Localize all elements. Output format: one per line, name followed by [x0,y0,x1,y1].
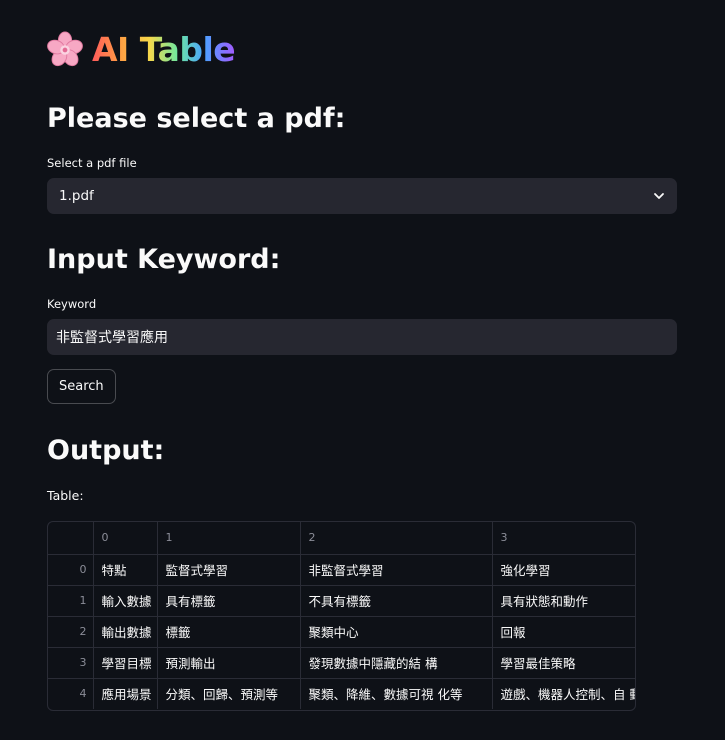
output-section-heading: Output: [47,435,165,466]
table-cell[interactable]: 回報 [492,616,635,648]
data-table: 0 1 2 3 0 特點 監督式學習 非監督式學習 強化學習 1 輸入數據 具有 [48,522,635,709]
table-cell[interactable]: 具有標籤 [157,585,301,617]
pdf-select-value: 1.pdf [59,188,94,204]
output-table[interactable]: 0 1 2 3 0 特點 監督式學習 非監督式學習 強化學習 1 輸入數據 具有 [47,521,636,711]
row-index: 3 [48,647,94,679]
chevron-down-icon [654,193,664,199]
table-row: 4 應用場景 分類、回歸、預測等 聚類、降維、數據可視 化等 遊戲、機器人控制、… [48,678,635,709]
row-index: 0 [48,554,94,586]
table-row: 0 特點 監督式學習 非監督式學習 強化學習 [48,554,635,586]
table-index-header [48,522,94,555]
keyword-label: Keyword [47,297,97,311]
table-row: 3 學習目標 預測輸出 發現數據中隱藏的結 構 學習最佳策略 [48,647,635,679]
table-cell[interactable]: 聚類、降維、數據可視 化等 [300,678,493,709]
table-column-header[interactable]: 2 [300,522,493,555]
table-header-row: 0 1 2 3 [48,522,635,555]
keyword-input[interactable] [47,319,677,355]
table-cell[interactable]: 特點 [93,554,158,586]
table-cell[interactable]: 監督式學習 [157,554,301,586]
table-cell[interactable]: 非監督式學習 [300,554,493,586]
app-page: AI Table Please select a pdf: Select a p… [0,0,725,740]
table-cell[interactable]: 輸出數據 [93,616,158,648]
row-index: 2 [48,616,94,648]
search-button[interactable]: Search [47,369,116,404]
table-cell[interactable]: 應用場景 [93,678,158,709]
keyword-section-heading: Input Keyword: [47,244,281,275]
table-cell[interactable]: 強化學習 [492,554,635,586]
table-cell[interactable]: 學習目標 [93,647,158,679]
cherry-blossom-icon [47,30,83,66]
table-row: 2 輸出數據 標籤 聚類中心 回報 [48,616,635,648]
table-cell[interactable]: 分類、回歸、預測等 [157,678,301,709]
row-index: 1 [48,585,94,617]
table-cell[interactable]: 聚類中心 [300,616,493,648]
row-index: 4 [48,678,94,709]
table-cell[interactable]: 遊戲、機器人控制、自 動駕駛等 [492,678,635,709]
select-pdf-label: Select a pdf file [47,156,137,170]
table-cell[interactable]: 具有狀態和動作 [492,585,635,617]
table-cell[interactable]: 輸入數據 [93,585,158,617]
table-label: Table: [47,488,84,503]
table-cell[interactable]: 預測輸出 [157,647,301,679]
app-title: AI Table [46,30,236,69]
table-cell[interactable]: 學習最佳策略 [492,647,635,679]
table-cell[interactable]: 不具有標籤 [300,585,493,617]
table-column-header[interactable]: 1 [157,522,301,555]
pdf-section-heading: Please select a pdf: [47,103,346,134]
pdf-select[interactable]: 1.pdf [47,178,677,214]
table-column-header[interactable]: 3 [492,522,635,555]
table-column-header[interactable]: 0 [93,522,158,555]
table-row: 1 輸入數據 具有標籤 不具有標籤 具有狀態和動作 [48,585,635,617]
app-title-text: AI Table [92,30,236,69]
table-cell[interactable]: 標籤 [157,616,301,648]
table-cell[interactable]: 發現數據中隱藏的結 構 [300,647,493,679]
